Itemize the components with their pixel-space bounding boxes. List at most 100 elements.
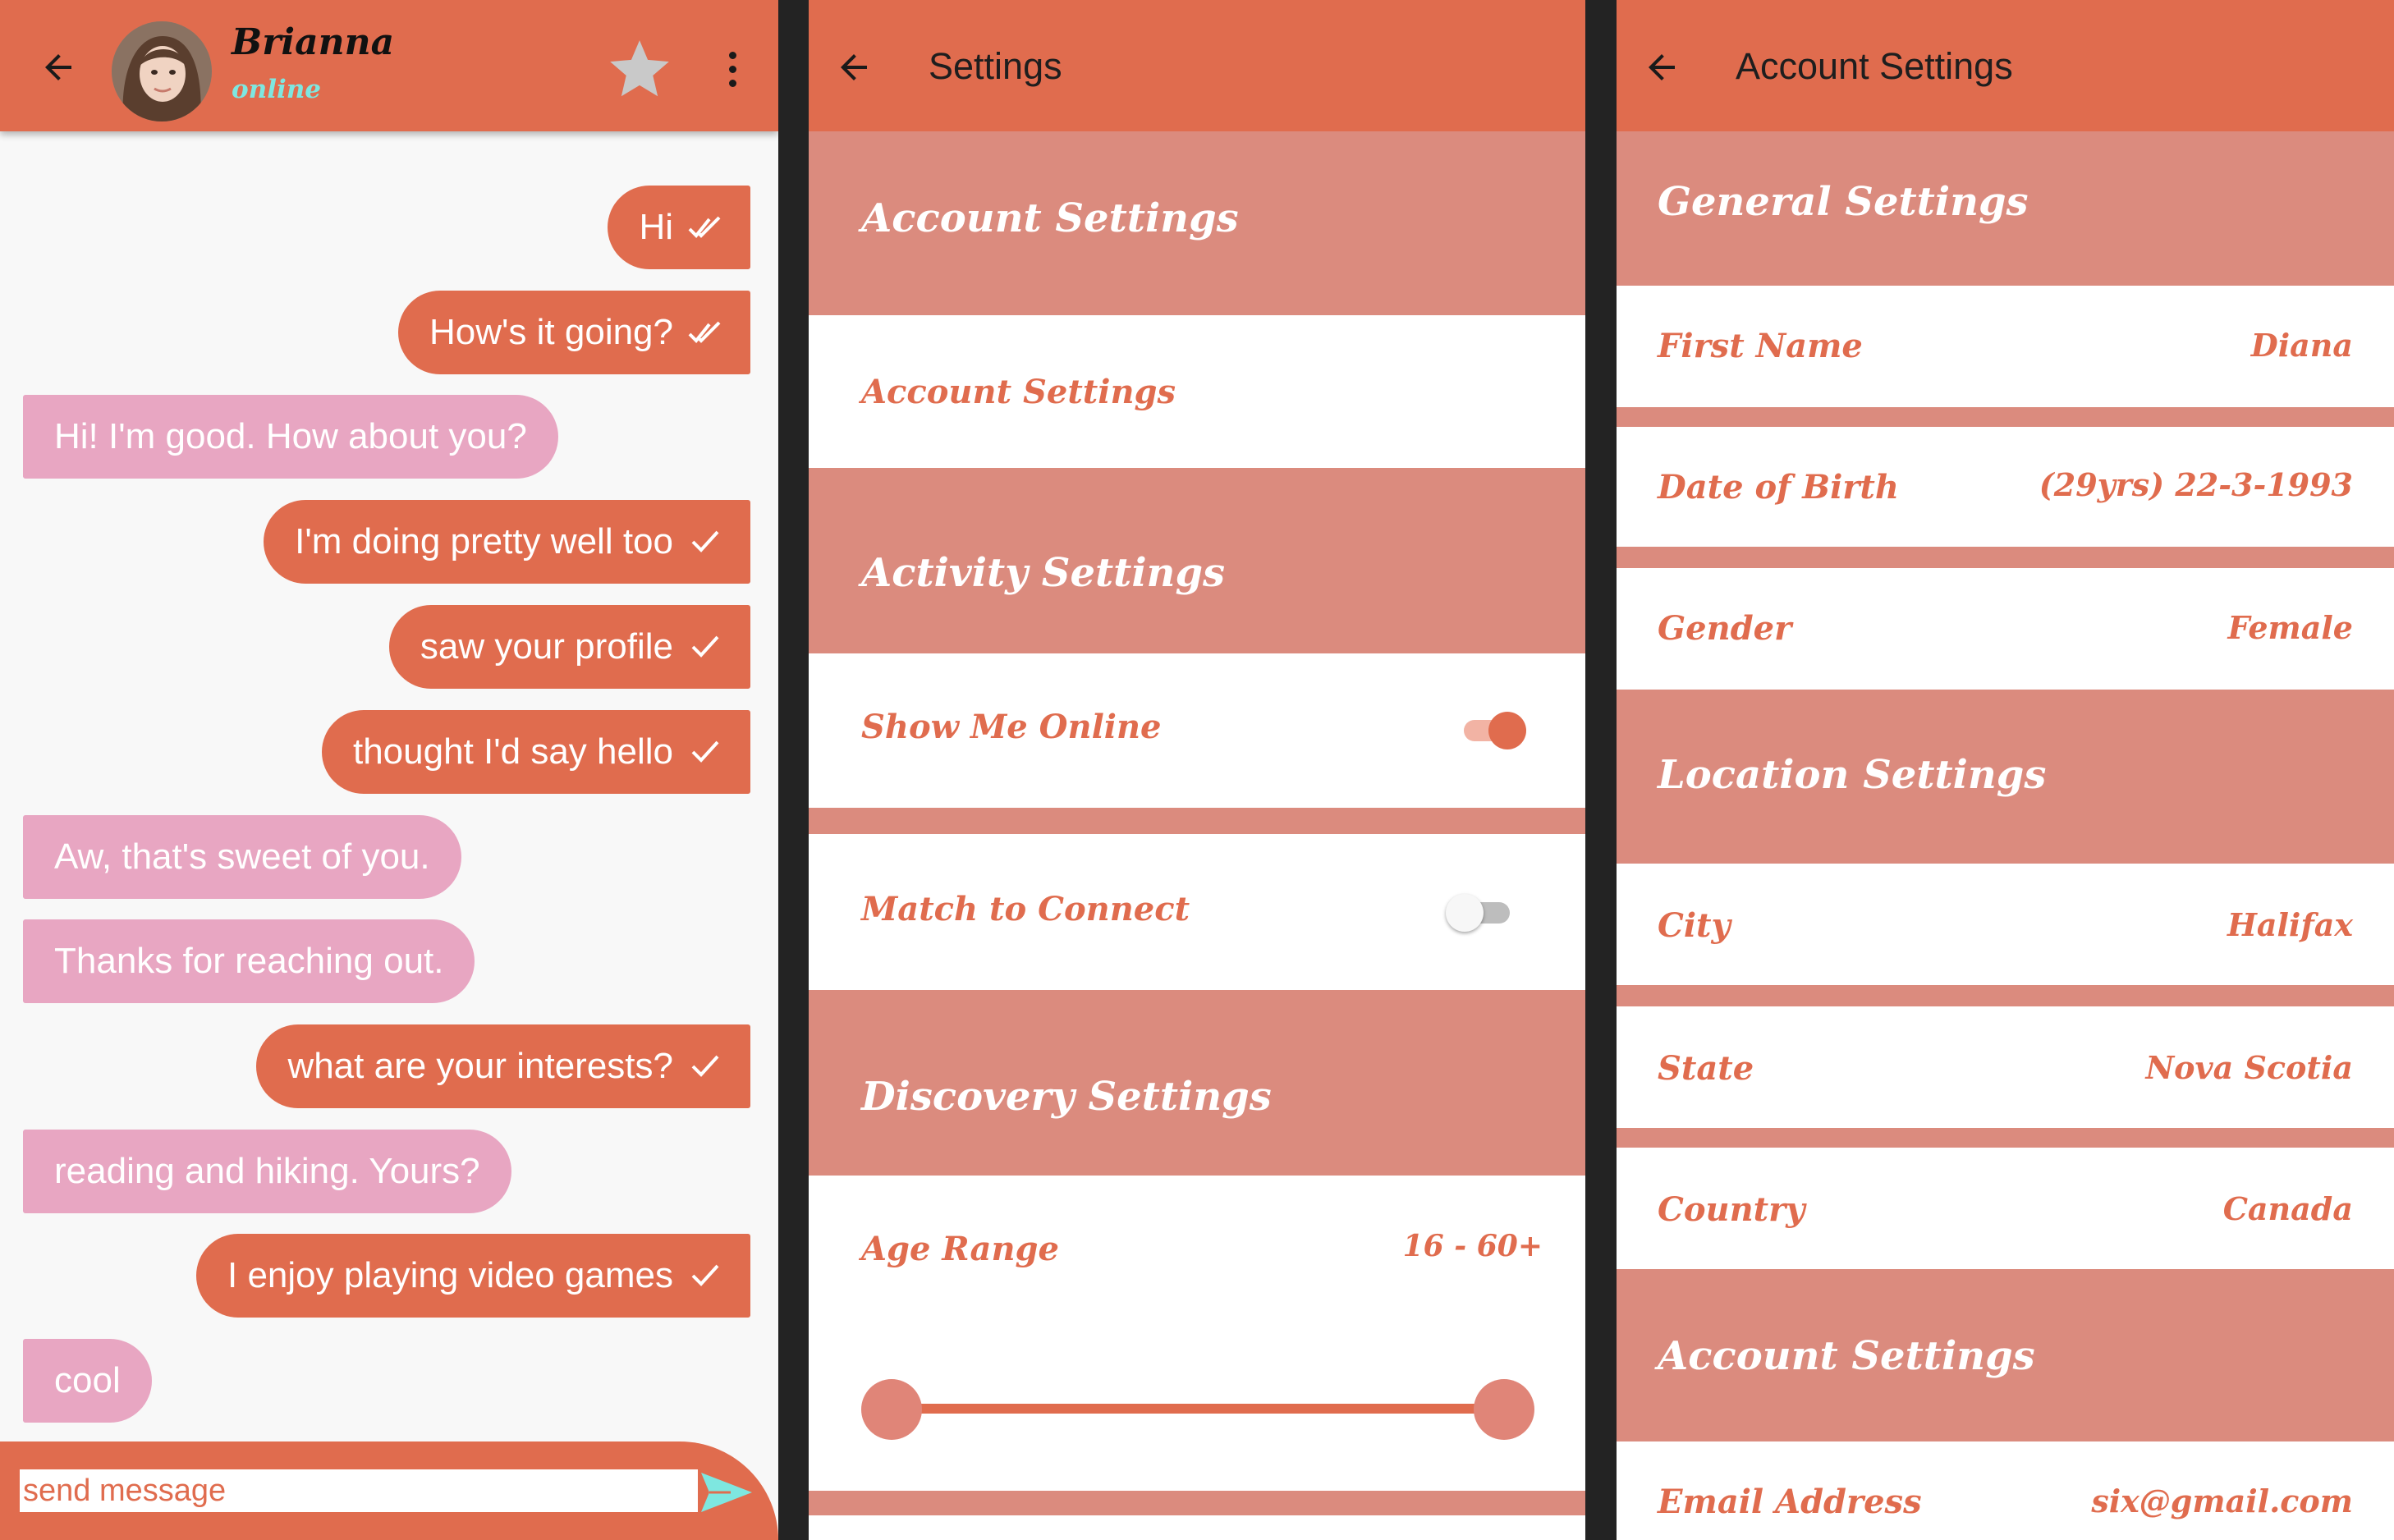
- first-name-row[interactable]: First Name Diana: [1617, 286, 2394, 407]
- message-bubble[interactable]: saw your profile: [388, 605, 750, 689]
- profile-photo: [112, 21, 212, 121]
- discovery-section-header: Discovery Settings: [809, 990, 1585, 1176]
- message-text: saw your profile: [420, 626, 673, 667]
- account-settings-screen: Account Settings General Settings First …: [1617, 0, 2394, 1540]
- message-bubble[interactable]: Hi! I'm good. How about you?: [23, 395, 558, 479]
- more-options-button[interactable]: [716, 39, 749, 99]
- row-label: Show Me Online: [861, 708, 1162, 746]
- message-text: Hi: [639, 207, 673, 247]
- row-label: Gender: [1658, 609, 1792, 648]
- chat-screen: Brianna online Hi How's it going? Hi! I'…: [0, 0, 778, 1540]
- row-label: First Name: [1658, 327, 1863, 365]
- more-vert-icon: [728, 51, 736, 59]
- back-button[interactable]: [825, 34, 883, 100]
- match-connect-row: Match to Connect: [809, 834, 1585, 990]
- message-bubble[interactable]: Aw, that's sweet of you.: [23, 815, 461, 899]
- back-button[interactable]: [30, 34, 87, 100]
- city-row[interactable]: City Halifax: [1617, 864, 2394, 985]
- gender-row[interactable]: Gender Female: [1617, 568, 2394, 690]
- age-range-row: Age Range 16 - 60+: [809, 1176, 1585, 1491]
- star-icon: [610, 40, 669, 97]
- back-button[interactable]: [1633, 34, 1690, 100]
- message-bubble[interactable]: Thanks for reaching out.: [23, 919, 475, 1003]
- settings-app-bar: Settings: [809, 0, 1585, 131]
- age-range-slider-track[interactable]: [878, 1404, 1493, 1414]
- message-text: Aw, that's sweet of you.: [54, 836, 430, 877]
- row-value: Canada: [2222, 1190, 2353, 1227]
- row-value: Diana: [2250, 327, 2353, 364]
- message-bubble[interactable]: Hi: [608, 186, 750, 269]
- row-value: Female: [2227, 609, 2353, 646]
- account-section-header: Account Settings: [809, 131, 1585, 315]
- settings-screen: Settings Account Settings Account Settin…: [809, 0, 1585, 1540]
- row-label: Country: [1658, 1190, 1805, 1229]
- activity-section-header: Activity Settings: [809, 468, 1585, 653]
- age-max-thumb[interactable]: [1474, 1379, 1534, 1440]
- row-label: Account Settings: [861, 373, 1176, 411]
- message-text: Hi! I'm good. How about you?: [54, 416, 527, 456]
- match-connect-toggle[interactable]: [1444, 888, 1518, 937]
- row-label: Age Range: [861, 1230, 1059, 1268]
- row-label: State: [1658, 1049, 1754, 1088]
- message-bubble[interactable]: cool: [23, 1339, 152, 1423]
- message-text: Thanks for reaching out.: [54, 941, 444, 981]
- message-text: cool: [54, 1360, 121, 1400]
- country-row[interactable]: Country Canada: [1617, 1148, 2394, 1269]
- message-text: I'm doing pretty well too: [295, 521, 673, 561]
- row-label: Date of Birth: [1658, 468, 1899, 506]
- row-value: (29yrs) 22-3-1993: [2039, 466, 2353, 503]
- message-bubble[interactable]: what are your interests?: [256, 1024, 750, 1108]
- row-label: City: [1658, 906, 1731, 945]
- general-section-header: General Settings: [1617, 131, 2394, 286]
- section-title: Location Settings: [1658, 752, 2047, 798]
- section-title: Discovery Settings: [861, 1074, 1272, 1120]
- check-icon: [688, 527, 722, 557]
- back-arrow-icon: [841, 54, 867, 80]
- row-value: Halifax: [2227, 906, 2353, 943]
- message-text: reading and hiking. Yours?: [54, 1151, 480, 1191]
- message-bubble[interactable]: How's it going?: [398, 291, 750, 374]
- check-icon: [688, 1052, 722, 1081]
- message-text: How's it going?: [429, 312, 673, 352]
- row-value: six@gmail.com: [2091, 1483, 2353, 1519]
- section-divider: [809, 1491, 1585, 1515]
- age-range-value: 16 - 60+: [1402, 1229, 1543, 1263]
- message-bubble[interactable]: thought I'd say hello: [321, 710, 750, 794]
- account-section-header: Account Settings: [1617, 1269, 2394, 1441]
- age-min-thumb[interactable]: [861, 1379, 922, 1440]
- message-bubble[interactable]: I'm doing pretty well too: [264, 500, 750, 584]
- send-icon: [701, 1473, 752, 1512]
- section-divider: [809, 808, 1585, 834]
- message-text: thought I'd say hello: [352, 731, 673, 772]
- message-bubble[interactable]: I enjoy playing video games: [196, 1234, 750, 1318]
- page-title: Account Settings: [1736, 45, 2013, 87]
- message-bubble[interactable]: reading and hiking. Yours?: [23, 1130, 511, 1213]
- section-title: Account Settings: [1658, 1333, 2035, 1379]
- account-app-bar: Account Settings: [1617, 0, 2394, 131]
- double-check-icon: [688, 318, 722, 347]
- double-check-icon: [688, 213, 722, 242]
- page-title: Settings: [929, 45, 1062, 87]
- message-input[interactable]: [20, 1469, 698, 1512]
- section-title: Activity Settings: [861, 550, 1226, 596]
- online-status: online: [232, 75, 322, 104]
- dob-row[interactable]: Date of Birth (29yrs) 22-3-1993: [1617, 427, 2394, 547]
- row-value: Nova Scotia: [2145, 1049, 2353, 1086]
- row-label: Match to Connect: [861, 890, 1190, 928]
- show-online-toggle[interactable]: [1456, 706, 1530, 755]
- back-arrow-icon: [45, 54, 71, 80]
- account-settings-item[interactable]: Account Settings: [809, 315, 1585, 468]
- show-online-row: Show Me Online: [809, 653, 1585, 808]
- message-text: what are your interests?: [287, 1046, 673, 1086]
- check-icon: [688, 737, 722, 767]
- location-section-header: Location Settings: [1617, 690, 2394, 864]
- back-arrow-icon: [1649, 54, 1675, 80]
- state-row[interactable]: State Nova Scotia: [1617, 1006, 2394, 1128]
- email-row[interactable]: Email Address six@gmail.com: [1617, 1441, 2394, 1540]
- avatar[interactable]: [112, 21, 212, 121]
- row-label: Email Address: [1658, 1483, 1922, 1521]
- send-button[interactable]: [698, 1469, 755, 1515]
- chat-app-bar: Brianna online: [0, 0, 778, 131]
- favorite-button[interactable]: [603, 34, 676, 105]
- section-title: General Settings: [1658, 179, 2029, 225]
